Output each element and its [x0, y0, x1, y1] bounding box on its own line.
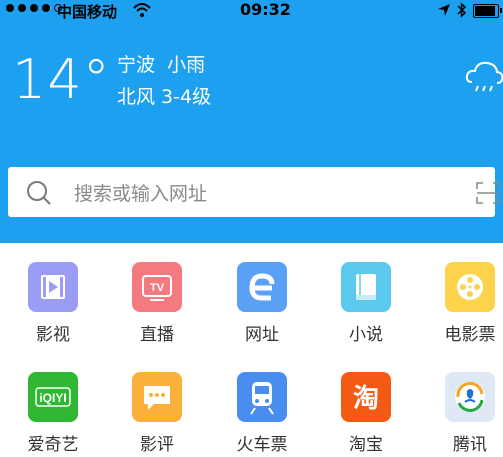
tencent-icon — [445, 372, 495, 422]
train-icon — [237, 372, 287, 422]
svg-text:淘: 淘 — [353, 384, 379, 414]
clock: 09:32 — [240, 0, 291, 19]
shortcut-train-tickets[interactable]: 火车票 — [222, 372, 302, 455]
wifi-icon — [133, 3, 151, 17]
shortcut-label: 影评 — [140, 435, 174, 455]
svg-text:TV: TV — [150, 282, 165, 294]
weather-location[interactable]: 宁波 小雨 — [117, 50, 205, 77]
shortcut-label: 小说 — [349, 325, 383, 345]
shortcut-movie-tickets[interactable]: 电影票 — [430, 262, 503, 345]
shortcut-label: 直播 — [140, 325, 174, 345]
carrier-name: 中国移动 — [57, 3, 118, 21]
weather-condition: 小雨 — [167, 54, 206, 76]
temperature[interactable]: 14° — [12, 48, 111, 111]
tv-icon: TV — [132, 262, 182, 312]
scan-qr-icon[interactable] — [476, 182, 500, 204]
shortcut-reviews[interactable]: 影评 — [117, 372, 197, 455]
signal-icon — [6, 4, 62, 12]
search-bar[interactable]: 搜索或输入网址 — [8, 167, 500, 217]
shortcut-video[interactable]: 影视 — [13, 262, 93, 345]
shortcut-label: 淘宝 — [349, 435, 383, 455]
weather-header: 中国移动 09:32 14° 宁波 小雨 北风 3-4级 搜索或输入网址 — [0, 0, 503, 243]
shortcut-taobao[interactable]: 淘 淘宝 — [326, 372, 406, 455]
shortcut-live[interactable]: TV 直播 — [117, 262, 197, 345]
bluetooth-icon — [457, 2, 467, 18]
battery-icon — [473, 4, 502, 18]
search-input[interactable]: 搜索或输入网址 — [74, 179, 207, 206]
comment-icon — [132, 372, 182, 422]
shortcut-iqiyi[interactable]: iQIYI 爱奇艺 — [13, 372, 93, 455]
shortcut-tencent[interactable]: 腾讯 — [430, 372, 503, 455]
svg-text:iQIYI: iQIYI — [39, 391, 66, 405]
video-icon — [28, 262, 78, 312]
shortcut-label: 影视 — [36, 325, 70, 345]
shortcut-label: 电影票 — [444, 325, 496, 345]
location-arrow-icon — [438, 4, 450, 16]
shortcut-novels[interactable]: 小说 — [326, 262, 406, 345]
shortcut-label: 火车票 — [236, 435, 288, 455]
shortcut-label: 爱奇艺 — [27, 435, 79, 455]
taobao-icon: 淘 — [341, 372, 391, 422]
rain-cloud-icon[interactable] — [464, 58, 503, 98]
status-bar: 中国移动 09:32 — [0, 0, 503, 22]
book-icon — [341, 262, 391, 312]
shortcut-label: 网址 — [245, 325, 279, 345]
shortcut-urls[interactable]: 网址 — [222, 262, 302, 345]
shortcut-label: 腾讯 — [453, 435, 487, 455]
e-icon — [237, 262, 287, 312]
wind-info: 北风 3-4级 — [117, 86, 212, 108]
film-reel-icon — [445, 262, 495, 312]
iqiyi-icon: iQIYI — [28, 372, 78, 422]
search-icon — [27, 181, 51, 205]
city-name: 宁波 — [117, 54, 156, 76]
